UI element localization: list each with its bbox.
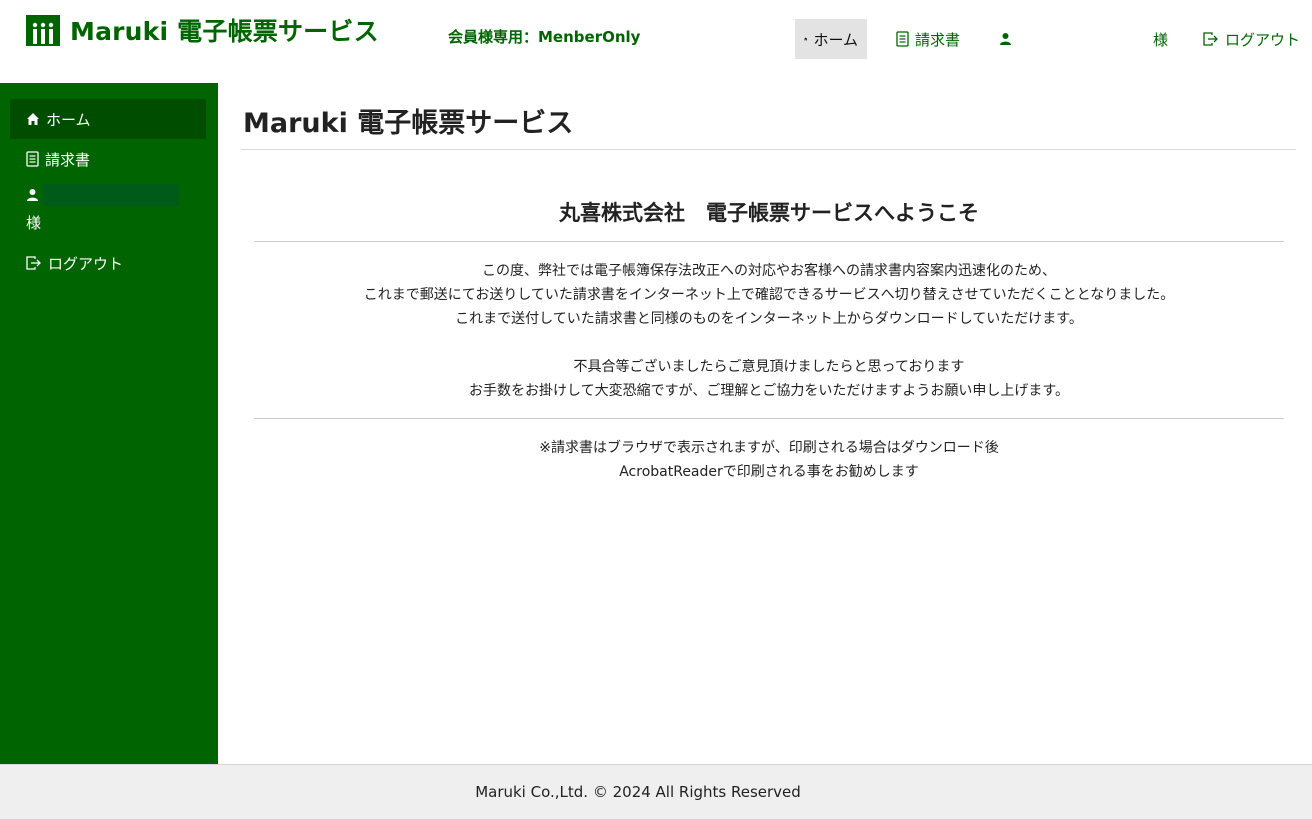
text-line: お手数をお掛けして大変恐縮ですが、ご理解とご協力をいただけますようお願い申し上げ… bbox=[469, 383, 1069, 399]
feedback-paragraph: 不具合等ございましたらご意見頂けましたらと思っております お手数をお掛けして大変… bbox=[254, 355, 1284, 403]
document-icon bbox=[26, 151, 39, 167]
main-content: Maruki 電子帳票サービス 丸喜株式会社 電子帳票サービスへようこそ この度… bbox=[218, 83, 1312, 764]
text-line: この度、弊社では電子帳簿保存法改正への対応やお客様への請求書内容案内迅速化のため… bbox=[482, 263, 1056, 279]
document-icon bbox=[896, 31, 909, 47]
brand-title: Maruki 電子帳票サービス bbox=[70, 17, 379, 46]
welcome-heading: 丸喜株式会社 電子帳票サービスへようこそ bbox=[559, 201, 979, 225]
sidebar-item-label: ホーム bbox=[46, 110, 91, 129]
page-title: Maruki 電子帳票サービス bbox=[243, 108, 574, 139]
top-nav-user-name[interactable]: 様 bbox=[1153, 19, 1168, 59]
home-icon bbox=[804, 37, 808, 41]
content-divider bbox=[254, 418, 1284, 419]
sidebar-item-label: 請求書 bbox=[45, 150, 91, 169]
sidebar: ホーム 請求書 様 ログアウト bbox=[0, 83, 218, 764]
text-line: これまで送付していた請求書と同様のものをインターネット上からダウンロードしていた… bbox=[455, 311, 1083, 327]
top-nav-logout[interactable]: ログアウト bbox=[1203, 19, 1300, 59]
user-row bbox=[26, 184, 206, 206]
top-nav-invoice-label: 請求書 bbox=[915, 30, 961, 49]
top-nav-invoice[interactable]: 請求書 bbox=[896, 19, 960, 59]
text-line: 不具合等ございましたらご意見頂けましたらと思っております bbox=[573, 359, 965, 375]
sidebar-item-label: 様 bbox=[26, 214, 42, 232]
logout-icon bbox=[1203, 32, 1218, 46]
sidebar-item-invoice[interactable]: 請求書 bbox=[10, 148, 206, 170]
text-line: AcrobatReaderで印刷される事をお勧めします bbox=[619, 464, 919, 480]
home-icon bbox=[27, 113, 39, 125]
text-line: ※請求書はブラウザで表示されますが、印刷される場合はダウンロード後 bbox=[539, 440, 999, 456]
content-divider bbox=[254, 241, 1284, 242]
print-note: ※請求書はブラウザで表示されますが、印刷される場合はダウンロード後 Acroba… bbox=[254, 436, 1284, 484]
intro-paragraph: この度、弊社では電子帳簿保存法改正への対応やお客様への請求書内容案内迅速化のため… bbox=[254, 259, 1284, 331]
top-header: Maruki 電子帳票サービス 会員様専用：MenberOnly ホーム 請求書… bbox=[0, 0, 1312, 83]
sidebar-item-logout[interactable]: ログアウト bbox=[10, 251, 206, 275]
user-icon bbox=[1000, 33, 1011, 45]
sidebar-item-user[interactable]: 様 bbox=[10, 184, 206, 248]
maruki-logo-icon bbox=[26, 14, 60, 46]
sidebar-item-label: ログアウト bbox=[48, 254, 124, 273]
title-divider bbox=[241, 149, 1296, 150]
footer: Maruki Co.,Ltd. © 2024 All Rights Reserv… bbox=[0, 764, 1312, 819]
member-only-label: 会員様専用：MenberOnly bbox=[448, 28, 641, 46]
top-nav-home-label: ホーム bbox=[813, 30, 858, 49]
top-nav-home[interactable]: ホーム bbox=[795, 19, 867, 59]
text-line: これまで郵送にてお送りしていた請求書をインターネット上で確認できるサービスへ切り… bbox=[363, 287, 1175, 303]
top-nav-user[interactable] bbox=[999, 19, 1012, 59]
copyright-text: Maruki Co.,Ltd. © 2024 All Rights Reserv… bbox=[475, 783, 801, 801]
logout-icon bbox=[26, 256, 41, 270]
user-icon bbox=[27, 189, 38, 201]
brand[interactable]: Maruki 電子帳票サービス bbox=[26, 14, 379, 46]
user-name-redacted bbox=[43, 184, 179, 206]
sidebar-item-home[interactable]: ホーム bbox=[10, 99, 206, 139]
top-nav-logout-label: ログアウト bbox=[1225, 30, 1301, 49]
